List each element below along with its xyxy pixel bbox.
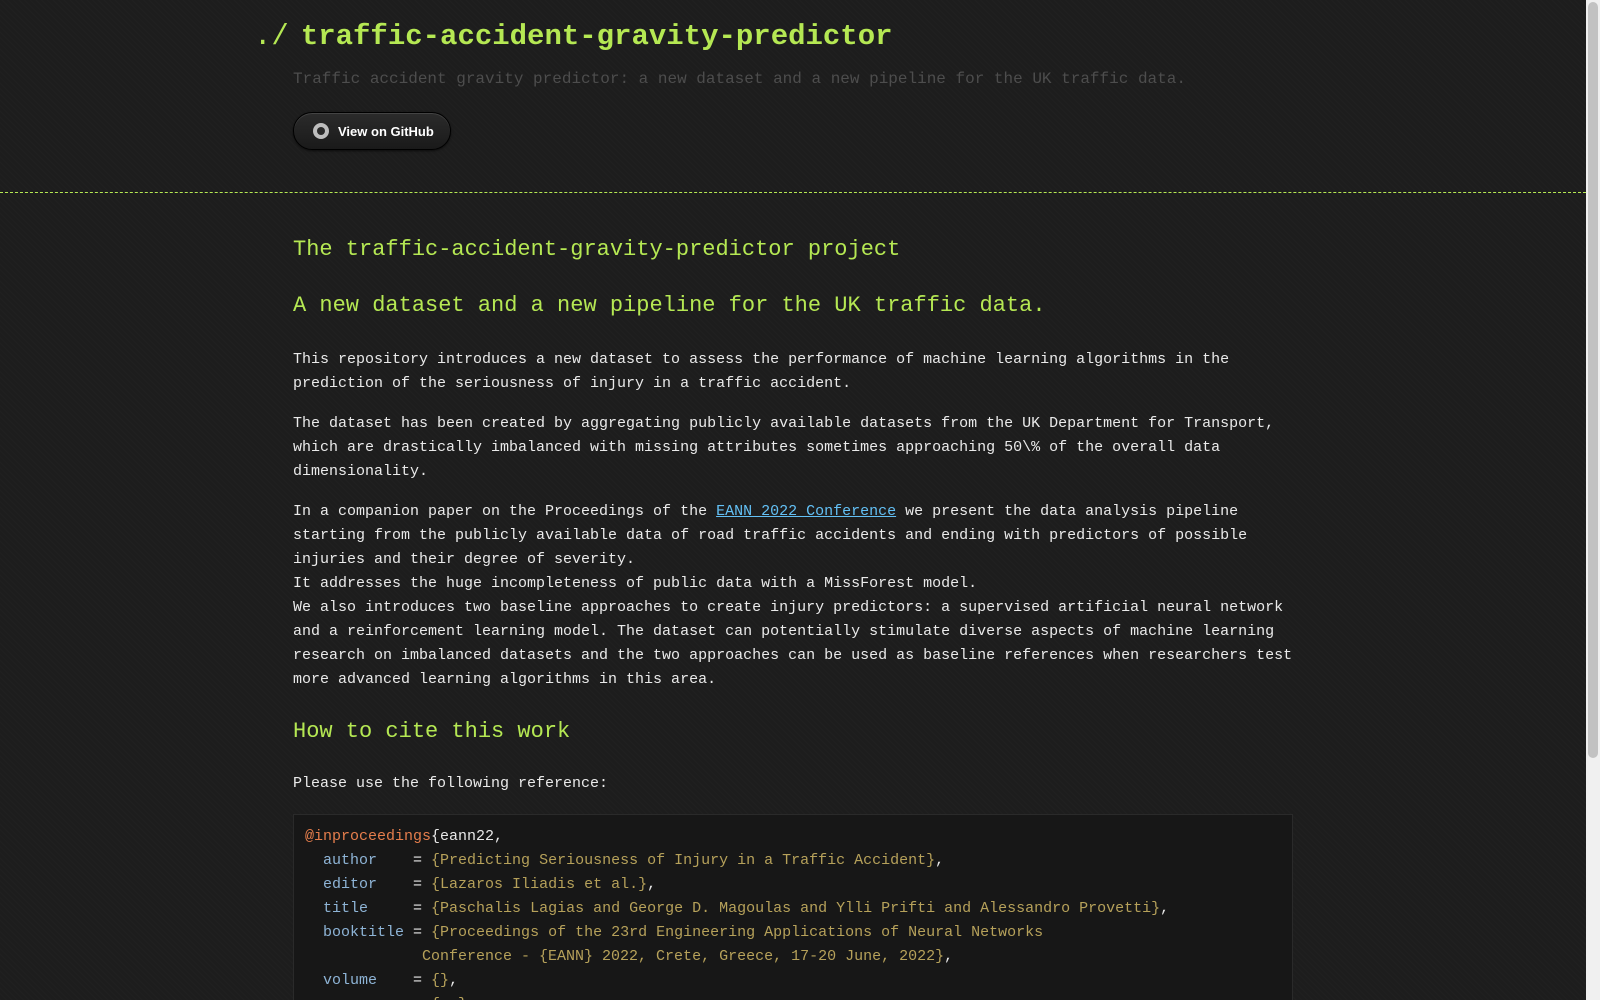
- dataset-paragraph: The dataset has been created by aggregat…: [293, 415, 1275, 480]
- reference-intro: Please use the following reference:: [293, 775, 609, 792]
- baseline-approaches-text: We also introduces two baseline approach…: [293, 599, 1293, 688]
- bibtex-field-suffix: ,: [647, 876, 657, 893]
- site-tagline: Traffic accident gravity predictor: a ne…: [293, 70, 1186, 88]
- missforest-line: It addresses the huge incompleteness of …: [293, 575, 978, 592]
- companion-paper-paragraph: In a companion paper on the Proceedings …: [293, 500, 1293, 692]
- bibtex-field-value: {}: [431, 972, 450, 989]
- bibtex-field-suffix: ,: [944, 948, 954, 965]
- bibtex-entry-key: {eann22,: [431, 828, 504, 845]
- bibtex-field-name: pages: [323, 996, 404, 1000]
- bibtex-field-suffix: ,: [467, 996, 476, 1000]
- site-header: ./ traffic-accident-gravity-predictor Tra…: [0, 0, 1586, 193]
- main-content: The traffic-accident-gravity-predictor p…: [293, 232, 1293, 1000]
- page: ./ traffic-accident-gravity-predictor Tra…: [0, 0, 1586, 1000]
- bibtex-entry-type: @inproceedings: [305, 828, 432, 845]
- view-on-github-button[interactable]: View on GitHub: [293, 112, 451, 150]
- eann-conference-link[interactable]: EANN 2022 Conference: [716, 503, 896, 520]
- bibtex-field-name: editor: [323, 876, 405, 893]
- bibtex-field-value: {--}: [431, 996, 467, 1000]
- bibtex-field-suffix: ,: [1160, 900, 1170, 917]
- vertical-scrollbar[interactable]: [1586, 0, 1600, 1000]
- cite-heading: How to cite this work: [293, 719, 571, 744]
- bibtex-field-name: volume: [323, 972, 405, 989]
- project-heading: The traffic-accident-gravity-predictor p…: [293, 237, 901, 262]
- github-icon: [313, 123, 329, 139]
- bibtex-field-name: title: [323, 900, 405, 917]
- bibtex-field-name: booktitle: [323, 924, 405, 941]
- bibtex-field-value: {Paschalis Lagias and George D. Magoulas…: [431, 900, 1161, 917]
- bibtex-code-block[interactable]: @inproceedings{eann22, author = {Predict…: [293, 814, 1293, 1000]
- intro-paragraph: This repository introduces a new dataset…: [293, 351, 1230, 392]
- site-title: ./ traffic-accident-gravity-predictor: [254, 20, 893, 53]
- project-subheading: A new dataset and a new pipeline for the…: [293, 293, 1046, 318]
- bibtex-field-value: {Predicting Seriousness of Injury in a T…: [431, 852, 936, 869]
- bibtex-field-value: {Proceedings of the 23rd Engineering App…: [422, 924, 1044, 965]
- bibtex-field-suffix: ,: [935, 852, 945, 869]
- title-prefix: ./: [254, 20, 289, 53]
- companion-text-before: In a companion paper on the Proceedings …: [293, 503, 717, 520]
- github-button-label: View on GitHub: [338, 123, 434, 139]
- bibtex-field-name: author: [323, 852, 405, 869]
- scrollbar-thumb[interactable]: [1588, 2, 1598, 758]
- site-title-text: traffic-accident-gravity-predictor: [300, 20, 893, 53]
- bibtex-field-value: {Lazaros Iliadis et al.}: [431, 876, 648, 893]
- bibtex-field-suffix: ,: [449, 972, 459, 989]
